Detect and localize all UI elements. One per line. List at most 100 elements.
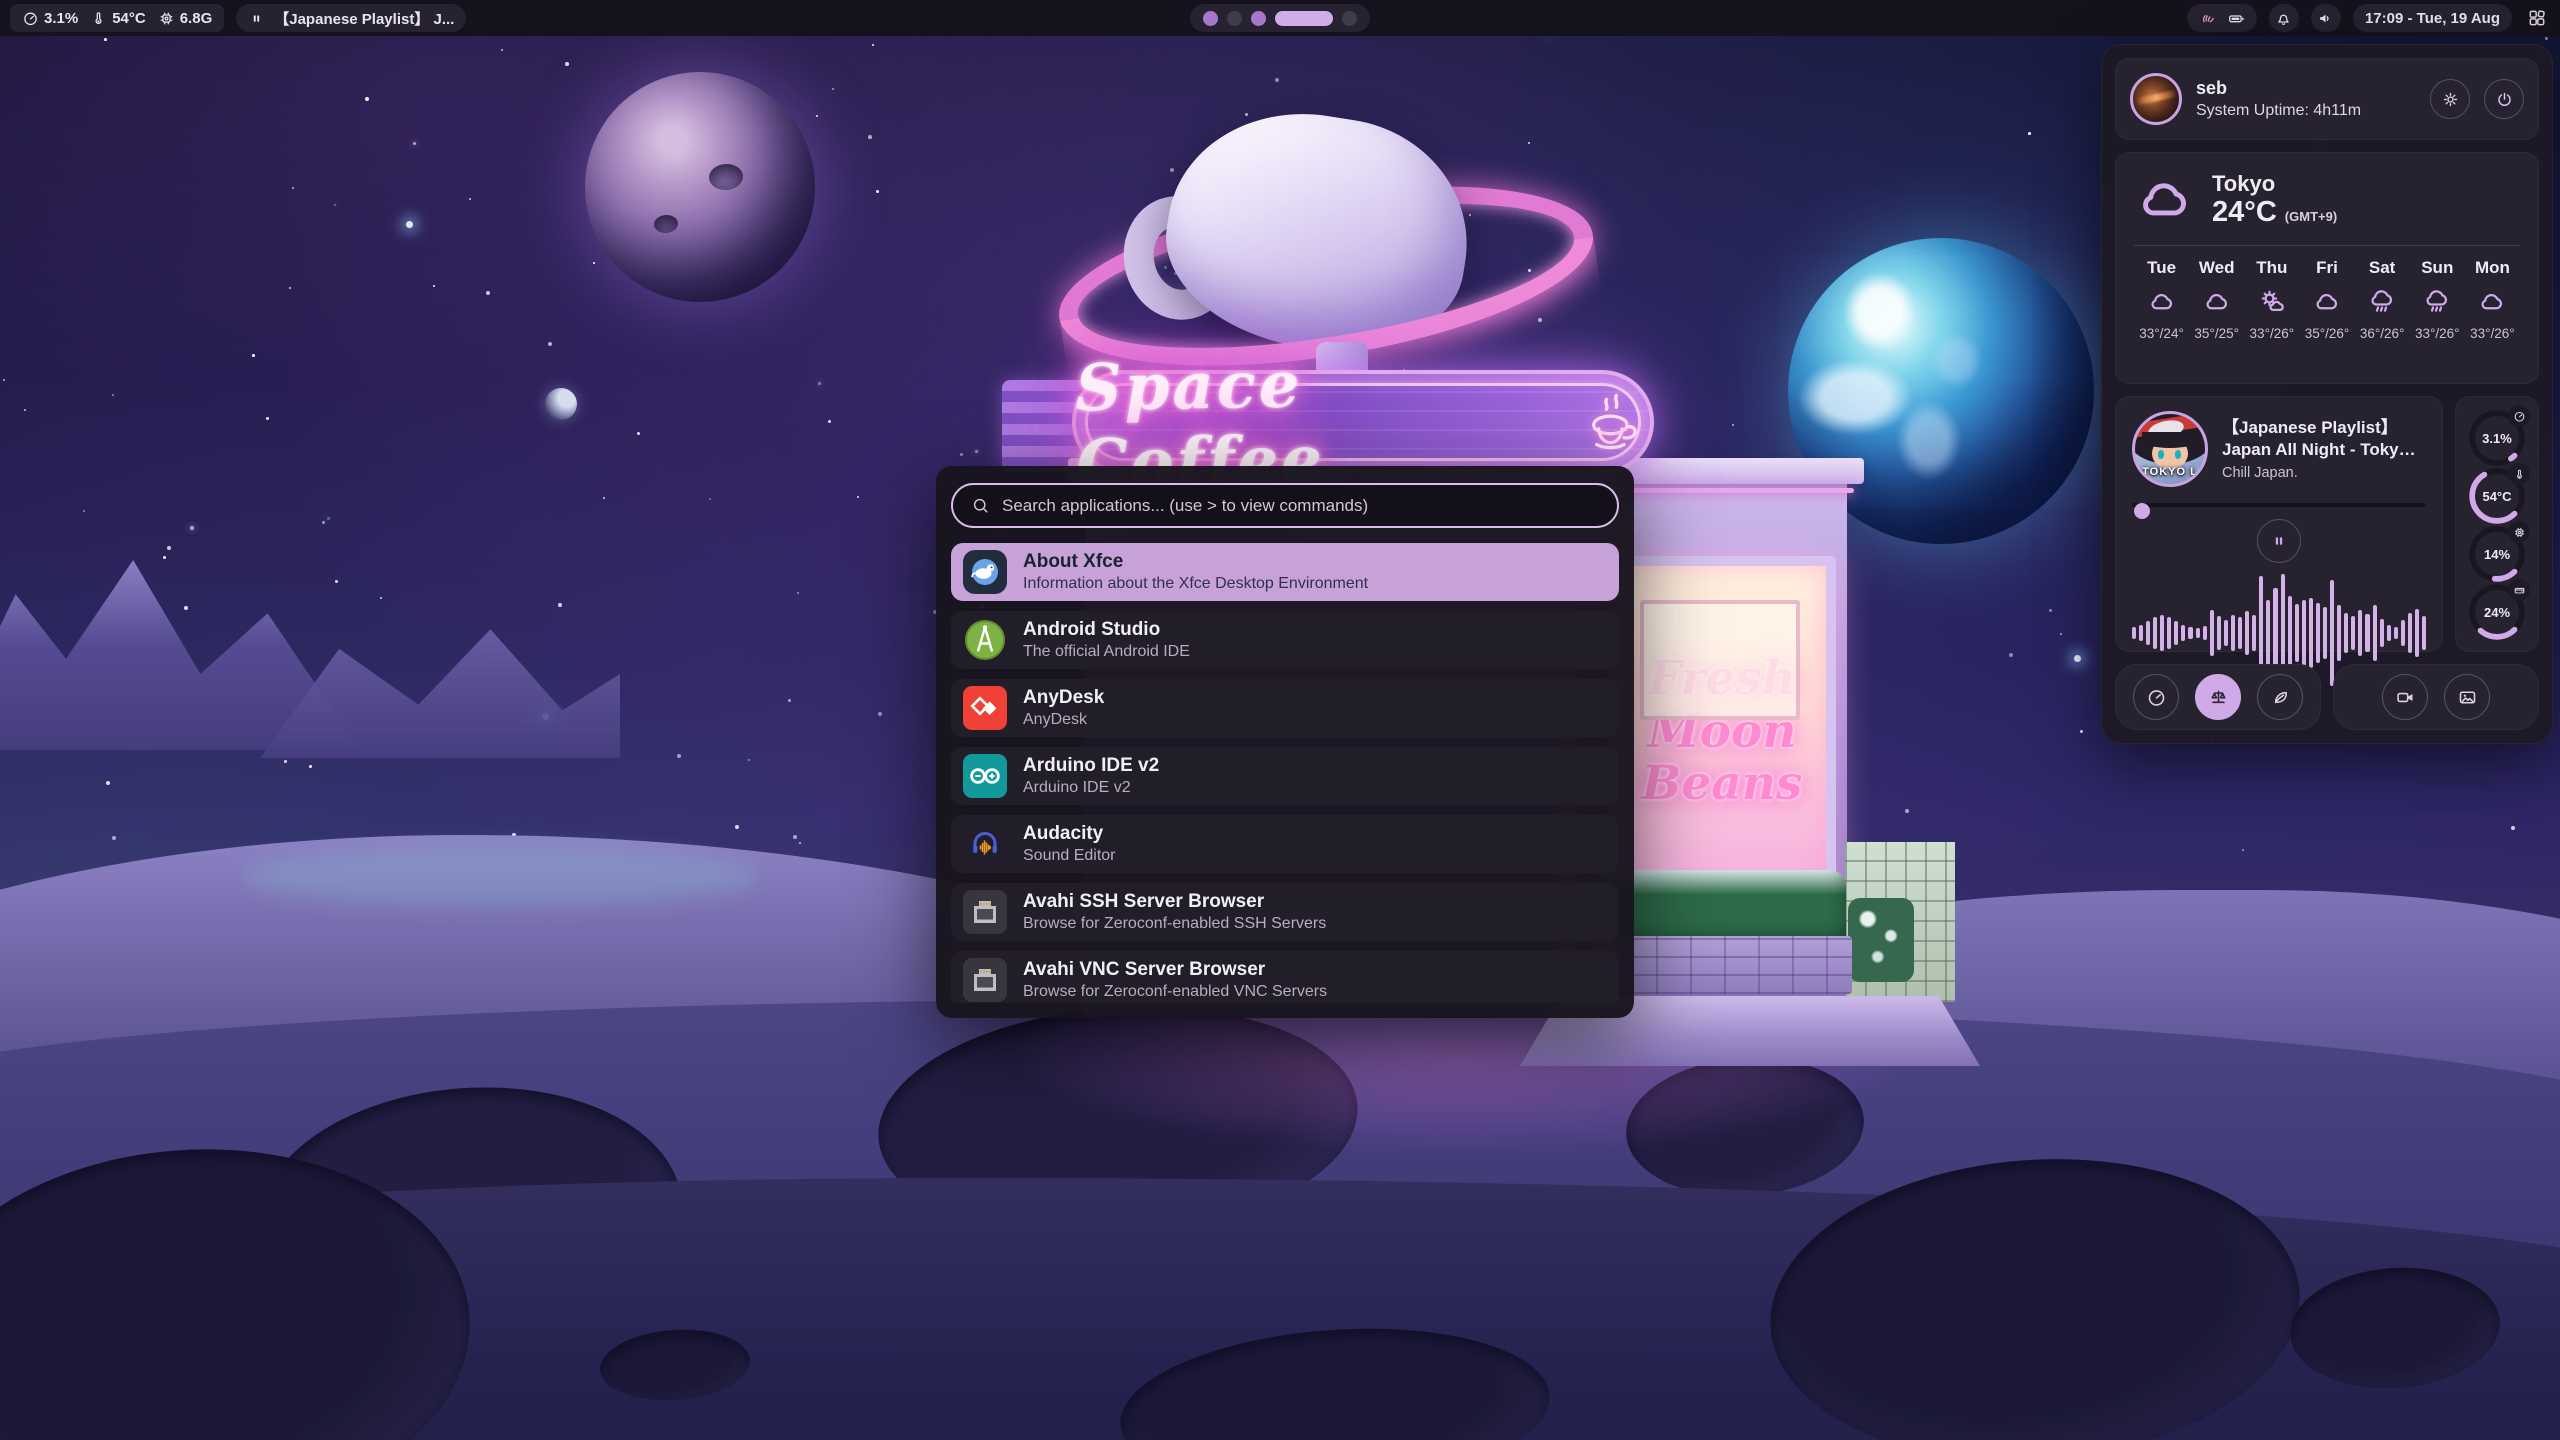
app-row-avahi-vnc-server-browser[interactable]: Avahi VNC Server BrowserBrowse for Zeroc… — [951, 951, 1619, 1003]
image-icon — [2457, 687, 2478, 708]
forecast-sat: Sat36°/26° — [2355, 258, 2410, 341]
visualizer-bar — [2266, 600, 2270, 666]
gauge-value: 54°C — [2468, 467, 2526, 525]
app-title: Avahi SSH Server Browser — [1023, 891, 1326, 913]
forecast-day: Fri — [2316, 258, 2338, 278]
app-row-avahi-ssh-server-browser[interactable]: Avahi SSH Server Browser Browse for Zeroc… — [951, 883, 1619, 941]
search-bar[interactable] — [951, 483, 1619, 528]
visualizer-bar — [2394, 627, 2398, 639]
avatar — [2130, 73, 2182, 125]
cloud-icon — [2147, 287, 2177, 317]
visualizer-bar — [2387, 625, 2391, 642]
visualizer-bar — [2351, 616, 2355, 650]
cpu-value: 3.1% — [44, 10, 78, 27]
app-row-anydesk[interactable]: AnyDesk AnyDesk — [951, 679, 1619, 737]
workspace-dot-2[interactable] — [1227, 11, 1242, 26]
app-title: AnyDesk — [1023, 687, 1104, 709]
app-row-about-xfce[interactable]: About XfceInformation about the Xfce Des… — [951, 543, 1619, 601]
visualizer-bar — [2196, 628, 2200, 638]
screen-record-button[interactable] — [2382, 674, 2428, 720]
visualizer-bar — [2344, 613, 2348, 654]
app-description: The official Android IDE — [1023, 643, 1190, 661]
temp-stat: 54°C — [90, 10, 146, 27]
speaker-icon — [2317, 10, 2334, 27]
notifications-button[interactable] — [2269, 4, 2299, 32]
forecast-temps: 35°/26° — [2305, 326, 2350, 341]
gauge-value: 14% — [2468, 525, 2526, 583]
sun-cloud-icon — [2257, 287, 2287, 317]
balanced-mode-button[interactable] — [2195, 674, 2241, 720]
screenshot-button[interactable] — [2444, 674, 2490, 720]
app-grid-button[interactable] — [2524, 5, 2550, 31]
visualizer-bar — [2295, 604, 2299, 662]
forecast-fri: Fri 35°/26° — [2299, 258, 2354, 341]
performance-mode-button[interactable] — [2133, 674, 2179, 720]
search-icon — [971, 496, 990, 515]
speedometer-icon — [22, 10, 39, 27]
weather-forecast: Tue33°/24°Wed35°/25°Thu33°/26°Fri35°/26°… — [2134, 258, 2520, 341]
volume-button[interactable] — [2311, 4, 2341, 32]
vpn-icon — [2199, 10, 2216, 27]
weather-timezone: (GMT+9) — [2285, 209, 2337, 224]
track-title: 【Japanese Playlist】 Japan All Night - To… — [2222, 417, 2426, 461]
power-profile-group — [2115, 664, 2321, 730]
space-coffee-sign: Space Coffee — [1072, 370, 1654, 474]
workspace-dot-1[interactable] — [1203, 11, 1218, 26]
now-playing-chip[interactable]: 【Japanese Playlist】 J... — [236, 4, 466, 32]
powersave-mode-button[interactable] — [2257, 674, 2303, 720]
visualizer-bar — [2380, 619, 2384, 648]
seek-track — [2132, 503, 2426, 507]
thermometer-gauge: 54°C — [2468, 467, 2526, 525]
app-row-android-studio[interactable]: Android StudioThe official Android IDE — [951, 611, 1619, 669]
visualizer-bar — [2422, 616, 2426, 650]
gauge-value: 24% — [2468, 583, 2526, 641]
forecast-temps: 33°/26° — [2470, 326, 2515, 341]
workspace-switcher[interactable] — [1190, 4, 1370, 32]
visualizer-bar — [2224, 620, 2228, 646]
workspace-dot-4-active[interactable] — [1275, 11, 1333, 26]
network-battery-chip[interactable] — [2187, 4, 2257, 32]
app-row-audacity[interactable]: AudacitySound Editor — [951, 815, 1619, 873]
seek-bar[interactable] — [2132, 503, 2426, 507]
workspace-dot-5[interactable] — [1342, 11, 1357, 26]
cloud-icon — [2134, 169, 2196, 231]
workspace-dot-3[interactable] — [1251, 11, 1266, 26]
capture-group — [2333, 664, 2539, 730]
menu-board — [1640, 600, 1800, 720]
visualizer-bar — [2408, 613, 2412, 654]
visualizer-bar — [2302, 600, 2306, 666]
app-title: Audacity — [1023, 823, 1116, 845]
forecast-temps: 35°/25° — [2194, 326, 2239, 341]
visualizer-bar — [2358, 610, 2362, 656]
topbar: 3.1% 54°C 6.8G 【Japanese Playlist】 J... — [0, 0, 2560, 36]
clock-chip[interactable]: 17:09 - Tue, 19 Aug — [2353, 4, 2512, 32]
thermometer-icon — [90, 10, 107, 27]
power-button[interactable] — [2484, 79, 2524, 119]
gauge-value: 3.1% — [2468, 409, 2526, 467]
seek-knob[interactable] — [2134, 503, 2150, 519]
power-icon — [2495, 90, 2514, 109]
app-description: Browse for Zeroconf-enabled SSH Servers — [1023, 915, 1326, 933]
forecast-sun: Sun33°/26° — [2410, 258, 2465, 341]
visualizer-bar — [2139, 625, 2143, 642]
forecast-day: Wed — [2199, 258, 2235, 278]
play-pause-button[interactable] — [2257, 519, 2301, 563]
app-description: AnyDesk — [1023, 711, 1104, 729]
window-neon-line: Beans — [1618, 758, 1826, 811]
rain-icon — [2422, 287, 2452, 317]
visualizer-bar — [2203, 626, 2207, 640]
visualizer-bar — [2167, 617, 2171, 648]
search-input[interactable] — [1002, 496, 1599, 516]
battery-icon — [2228, 10, 2245, 27]
speedometer-gauge: 3.1% — [2468, 409, 2526, 467]
forecast-temps: 36°/26° — [2360, 326, 2405, 341]
app-row-arduino-ide-v2[interactable]: Arduino IDE v2Arduino IDE v2 — [951, 747, 1619, 805]
memory-value: 6.8G — [180, 10, 213, 27]
anydesk-app-icon — [963, 686, 1007, 730]
rain-icon — [2367, 287, 2397, 317]
gear-icon — [2441, 90, 2460, 109]
user-card: seb System Uptime: 4h11m — [2115, 58, 2539, 140]
settings-button[interactable] — [2430, 79, 2470, 119]
user-name: seb — [2196, 78, 2416, 99]
xfce-app-icon — [963, 550, 1007, 594]
